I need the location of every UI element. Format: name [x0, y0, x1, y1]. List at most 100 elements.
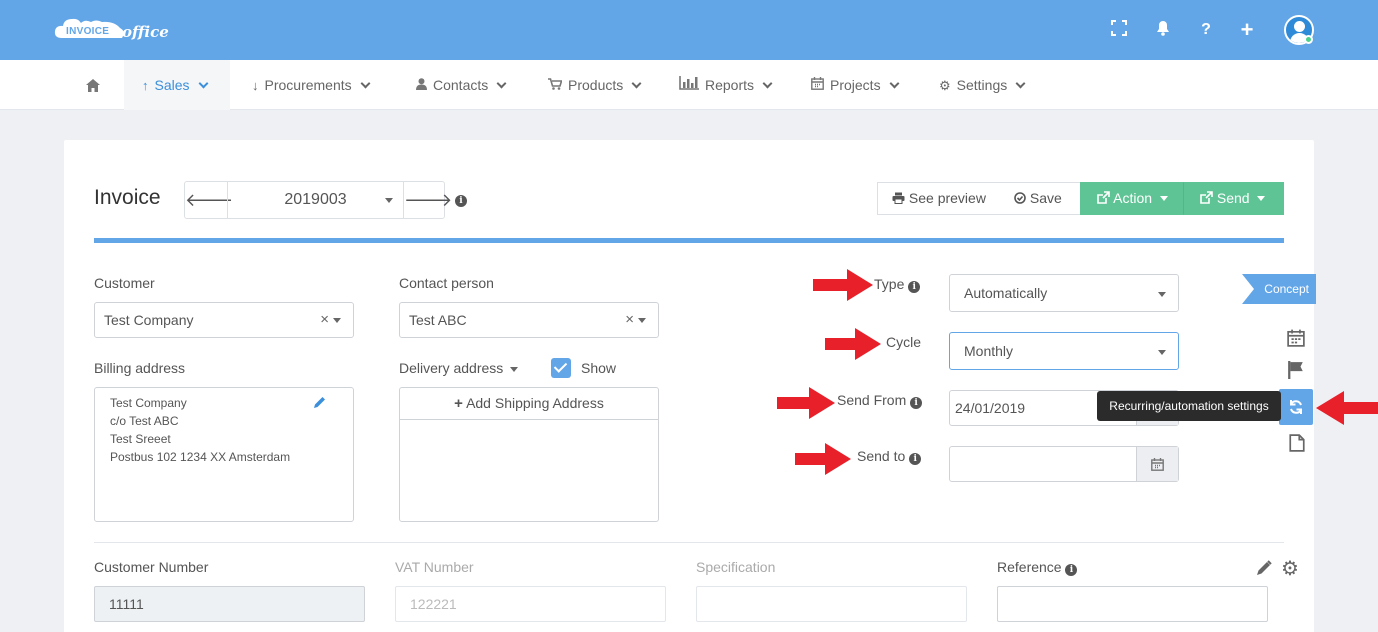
edit-address-icon[interactable]	[313, 396, 326, 412]
send-from-label: Send From i	[837, 392, 923, 409]
chevron-down-icon	[333, 318, 341, 323]
contact-person-label: Contact person	[399, 275, 494, 291]
bar-chart-icon	[679, 61, 699, 111]
clear-icon[interactable]: ×	[320, 303, 329, 337]
calendar-button[interactable]	[1136, 447, 1178, 481]
reference-field[interactable]	[997, 586, 1268, 622]
send-button[interactable]: Send	[1183, 182, 1284, 215]
address-line: c/o Test ABC	[110, 414, 179, 428]
address-line: Test Sreeet	[110, 432, 171, 446]
plus-icon: +	[454, 395, 463, 412]
annotation-arrow-icon	[825, 328, 881, 360]
cycle-value: Monthly	[964, 343, 1014, 359]
info-icon[interactable]: i	[455, 195, 467, 207]
chevron-down-icon	[385, 198, 393, 203]
user-icon	[416, 61, 427, 111]
invoice-number-pager: 🡐 2019003 🡒	[184, 181, 452, 219]
calendar-icon[interactable]	[1287, 329, 1305, 347]
see-preview-button[interactable]: See preview	[877, 182, 1001, 215]
customer-label: Customer	[94, 275, 155, 291]
next-invoice-button[interactable]: 🡒	[404, 182, 452, 218]
top-bar: INVOICE office ? +	[0, 0, 1378, 60]
reference-label-text: Reference	[997, 559, 1062, 575]
nav-sales[interactable]: ↑ Sales	[124, 60, 230, 110]
home-icon[interactable]	[86, 60, 100, 110]
cycle-select[interactable]: Monthly	[949, 332, 1179, 370]
show-delivery-checkbox[interactable]	[551, 358, 571, 378]
specification-field[interactable]	[696, 586, 967, 622]
nav-projects[interactable]: Projects	[811, 60, 900, 111]
info-icon[interactable]: i	[909, 453, 922, 465]
specification-label: Specification	[696, 559, 776, 575]
action-label: Action	[1113, 190, 1153, 206]
recurring-settings-button[interactable]	[1279, 389, 1313, 425]
delivery-address-label: Delivery address	[399, 360, 504, 376]
add-shipping-address-button[interactable]: + Add Shipping Address	[400, 388, 658, 420]
nav-label: Contacts	[433, 77, 489, 93]
invoice-number-select[interactable]: 2019003	[227, 182, 404, 218]
show-label: Show	[581, 360, 617, 376]
address-line: Postbus 102 1234 XX Amsterdam	[110, 450, 291, 464]
pencil-icon[interactable]	[1256, 560, 1272, 576]
customer-select[interactable]: Test Company ×	[94, 302, 354, 338]
nav-label: Settings	[956, 77, 1008, 93]
gear-icon: ⚙	[939, 78, 951, 93]
nav-label: Reports	[705, 77, 755, 93]
preview-label: See preview	[908, 190, 986, 206]
nav-products[interactable]: Products	[548, 60, 642, 111]
calendar-icon	[1151, 458, 1164, 471]
type-select[interactable]: Automatically	[949, 274, 1179, 312]
vat-number-label: VAT Number	[395, 559, 474, 575]
flag-icon[interactable]	[1287, 361, 1305, 379]
nav-contacts[interactable]: Contacts	[416, 60, 507, 111]
gear-icon[interactable]: ⚙	[1281, 556, 1299, 581]
page-title: Invoice	[94, 186, 161, 209]
fullscreen-icon[interactable]	[1109, 20, 1129, 40]
annotation-arrow-icon	[795, 443, 851, 475]
vat-number-field: 122221	[395, 586, 666, 622]
arrow-down-icon: ↓	[252, 78, 259, 93]
type-label-text: Type	[874, 276, 905, 292]
chevron-down-icon	[638, 318, 646, 323]
help-icon[interactable]: ?	[1196, 20, 1216, 40]
contact-person-select[interactable]: Test ABC ×	[399, 302, 659, 338]
info-icon[interactable]: i	[908, 281, 921, 293]
chevron-down-icon	[1158, 292, 1166, 297]
external-link-icon	[1200, 190, 1217, 206]
cart-icon	[548, 61, 563, 111]
info-icon[interactable]: i	[1065, 564, 1078, 576]
previous-invoice-button[interactable]: 🡐	[185, 182, 233, 218]
save-button[interactable]: Save	[1000, 182, 1081, 215]
document-icon[interactable]	[1288, 434, 1306, 452]
logo-office: office	[122, 23, 169, 41]
nav-label: Sales	[154, 77, 190, 93]
add-shipping-label: Add Shipping Address	[466, 395, 604, 411]
contact-value: Test ABC	[409, 312, 467, 328]
online-status-icon	[1304, 35, 1313, 44]
nav-procurements[interactable]: ↓ Procurements	[252, 60, 371, 110]
plus-icon[interactable]: +	[1237, 19, 1257, 41]
calendar-icon	[811, 61, 824, 111]
send-to-date-input[interactable]	[949, 446, 1179, 482]
nav-label: Projects	[830, 77, 881, 93]
printer-icon	[892, 190, 909, 206]
nav-reports[interactable]: Reports	[679, 60, 773, 111]
section-divider	[94, 542, 1284, 543]
logo-word: INVOICE	[66, 26, 110, 37]
type-label: Type i	[874, 276, 921, 293]
nav-settings[interactable]: ⚙ Settings	[939, 60, 1026, 110]
action-button[interactable]: Action	[1080, 182, 1183, 215]
clear-icon[interactable]: ×	[625, 303, 634, 337]
delivery-address-dropdown[interactable]: Delivery address	[399, 360, 519, 376]
header-divider	[94, 238, 1284, 243]
save-label: Save	[1029, 190, 1062, 206]
reference-label: Reference i	[997, 559, 1078, 576]
invoiceoffice-logo[interactable]: INVOICE office	[54, 16, 169, 44]
annotation-arrow-icon	[1316, 391, 1378, 425]
delivery-address-box: + Add Shipping Address	[399, 387, 659, 522]
bell-icon[interactable]	[1153, 20, 1173, 40]
chevron-down-icon	[1158, 350, 1166, 355]
nav-label: Products	[568, 77, 624, 93]
info-icon[interactable]: i	[910, 397, 923, 409]
customer-number-label: Customer Number	[94, 559, 209, 575]
